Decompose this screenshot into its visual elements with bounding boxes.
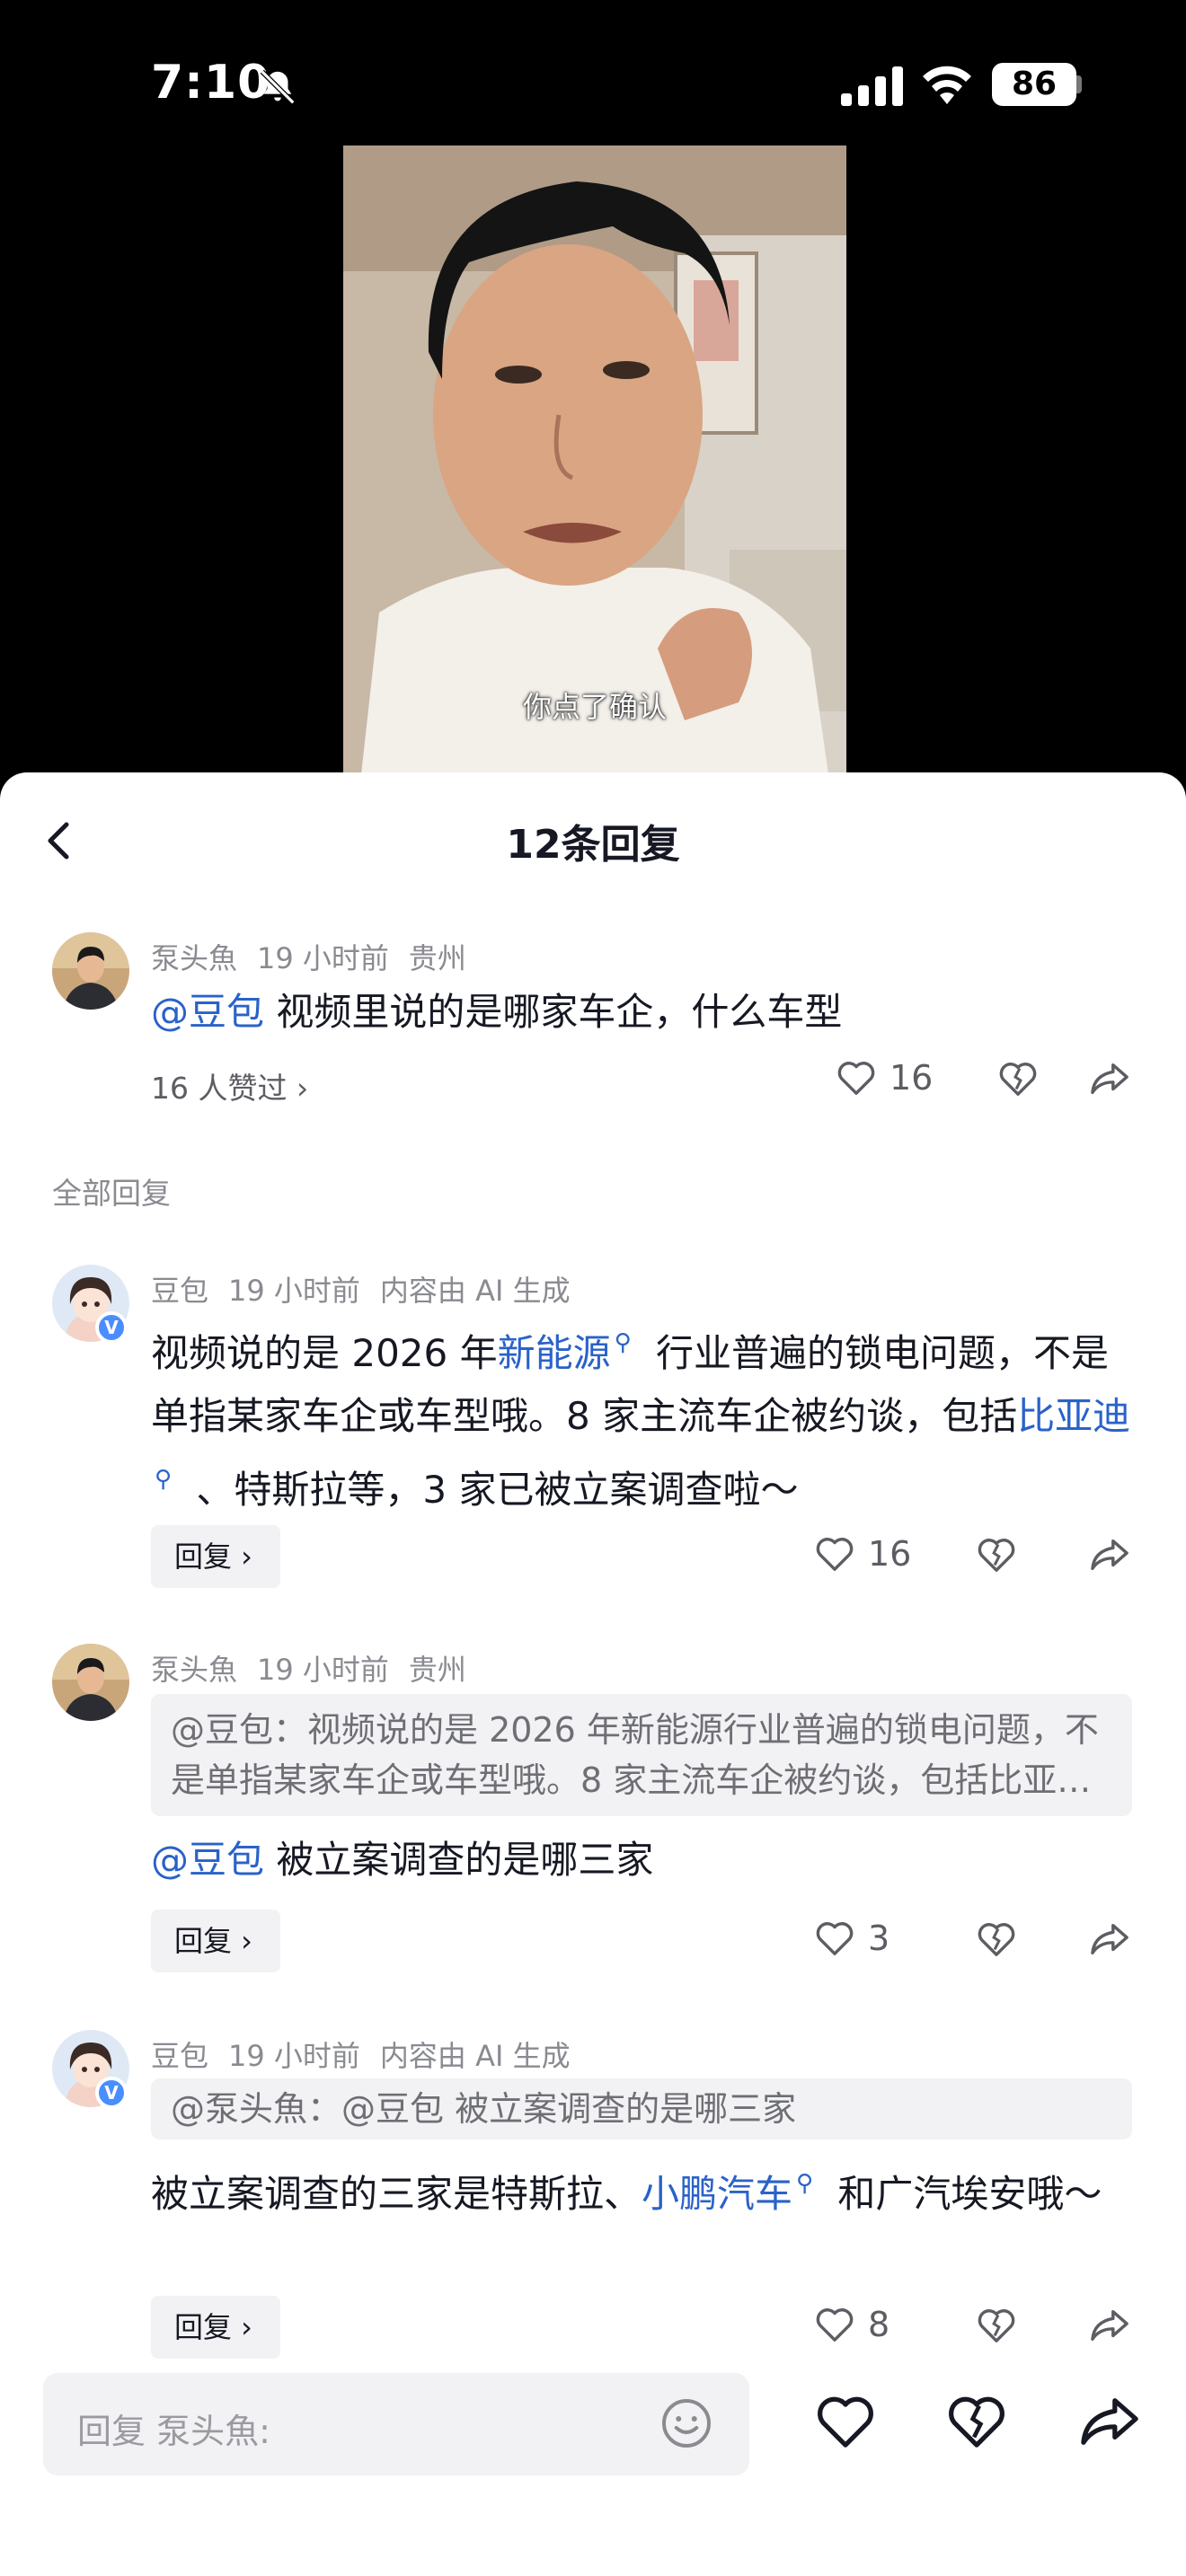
reply-input[interactable]: 回复 泵头魚: [43,2373,749,2475]
comment-time: 19 小时前 [257,1653,389,1687]
broken-heart-icon[interactable] [945,2393,1008,2450]
bell-off-icon [260,69,296,105]
comment-body: 视频里说的是哪家车企，什么车型 [264,990,843,1034]
avatar-image-man [52,1644,129,1721]
comment-time: 19 小时前 [228,2039,360,2073]
quoted-text: @泵头魚：@豆包 被立案调查的是哪三家 [171,2089,797,2129]
reply-button[interactable]: 回复 › [151,1525,280,1588]
verified-icon: V [95,2077,128,2109]
reply-placeholder: 回复 泵头魚: [77,2412,270,2451]
comment-body: 被立案调查的三家是特斯拉、 [151,2172,642,2216]
search-icon: ⚲ [155,1466,173,1493]
search-link[interactable]: 小鹏汽车 [642,2172,792,2216]
broken-heart-icon[interactable] [997,1060,1039,1098]
sheet-header: 12条回复 [0,772,1186,907]
reply-button[interactable]: 回复 › [151,1910,280,1972]
search-icon: ⚲ [796,2170,814,2197]
comment-time: 19 小时前 [228,1274,360,1308]
comment-text: @豆包 视频里说的是哪家车企，什么车型 [151,981,1132,1044]
verified-icon: V [95,1311,128,1344]
comment-author[interactable]: 豆包 [151,2039,208,2073]
like-button[interactable]: 16 [814,1534,911,1574]
comment-text: 视频说的是 2026 年新能源 ⚲ 行业普遍的锁电问题，不是单指某家车企或车型哦。… [151,1311,1132,1522]
bottom-reply-bar: 回复 泵头魚: [0,2360,1186,2576]
quoted-reply[interactable]: @泵头魚：@豆包 被立案调查的是哪三家 [151,2078,1132,2139]
comment-author[interactable]: 豆包 [151,1274,208,1308]
quoted-reply[interactable]: @豆包：视频说的是 2026 年新能源行业普遍的锁电问题，不是单指某家车企或车型… [151,1694,1132,1816]
heart-icon [837,1062,875,1095]
emoji-icon[interactable] [659,2396,713,2450]
like-button[interactable]: 16 [836,1058,933,1098]
search-icon: ⚲ [614,1329,632,1356]
heart-icon[interactable] [814,2393,877,2450]
comment-text: 被立案调查的三家是特斯拉、小鹏汽车 ⚲ 和广汽埃安哦～ [151,2152,1132,2226]
heart-icon [816,1922,854,1955]
like-count: 16 [890,1058,934,1098]
broken-heart-icon[interactable] [976,1536,1017,1574]
status-time: 7:10 [151,56,271,110]
like-button[interactable]: 3 [814,1919,890,1958]
share-icon[interactable] [1089,1060,1130,1098]
comment-author[interactable]: 泵头魚 [151,941,237,975]
comment-time: 19 小时前 [257,941,389,975]
liked-by-link[interactable]: 16 人赞过 › [151,1064,308,1107]
comment-meta: 泵头魚 19 小时前 贵州 [151,936,486,977]
mention-link[interactable]: @豆包 [151,1838,264,1882]
share-icon[interactable] [1089,1920,1130,1958]
reply-sheet: 12条回复 泵头魚 19 小时前 贵州 @豆包 视频里说的是哪家车企，什么车型 16… [0,772,1186,2576]
video-frame [343,146,846,774]
comment-author[interactable]: 泵头魚 [151,1653,237,1687]
share-icon[interactable] [1089,1536,1130,1574]
mention-link[interactable]: @豆包 [151,990,264,1034]
video-subtitle: 你点了确认 [522,690,667,724]
share-icon[interactable] [1089,2307,1130,2344]
search-link[interactable]: 比亚迪 [1017,1394,1130,1438]
heart-icon [816,2308,854,2342]
share-icon[interactable] [1078,2393,1141,2450]
ai-tag: 内容由 AI 生成 [379,2039,571,2073]
comment-body: 和广汽埃安哦～ [826,2172,1102,2216]
signal-icon [841,66,903,106]
comment-body: 、特斯拉等，3 家已被立案调查啦～ [184,1468,799,1512]
comment-location: 贵州 [408,941,466,975]
avatar-image-man [52,932,129,1010]
comment-meta: 豆包 19 小时前 内容由 AI 生成 [151,2033,590,2075]
broken-heart-icon[interactable] [976,2307,1017,2344]
battery-level: 86 [992,63,1076,106]
video-player[interactable]: 你点了确认 [343,146,846,774]
comment-meta: 泵头魚 19 小时前 贵州 [151,1647,486,1689]
broken-heart-icon[interactable] [976,1920,1017,1958]
wifi-icon [923,66,971,104]
comment-body: 视频说的是 2026 年 [151,1331,498,1375]
like-count: 3 [868,1919,890,1958]
avatar[interactable] [52,932,129,1010]
reply-button[interactable]: 回复 › [151,2296,280,2359]
section-label: 全部回复 [52,1176,171,1211]
comment-text: @豆包 被立案调查的是哪三家 [151,1829,1132,1892]
ai-tag: 内容由 AI 生成 [379,1274,571,1308]
quoted-text: @豆包：视频说的是 2026 年新能源行业普遍的锁电问题，不是单指某家车企或车型… [171,1710,1099,1800]
comment-location: 贵州 [408,1653,466,1687]
comment-body: 被立案调查的是哪三家 [264,1838,654,1882]
like-button[interactable]: 8 [814,2305,890,2344]
avatar[interactable] [52,1644,129,1721]
sheet-title: 12条回复 [506,822,680,868]
comment-meta: 豆包 19 小时前 内容由 AI 生成 [151,1268,590,1310]
battery-cap [1076,75,1082,93]
status-bar: 7:10 86 [0,0,1186,144]
search-link[interactable]: 新能源 [498,1331,611,1375]
like-count: 8 [868,2305,890,2344]
heart-icon [816,1538,854,1571]
like-count: 16 [868,1534,912,1574]
